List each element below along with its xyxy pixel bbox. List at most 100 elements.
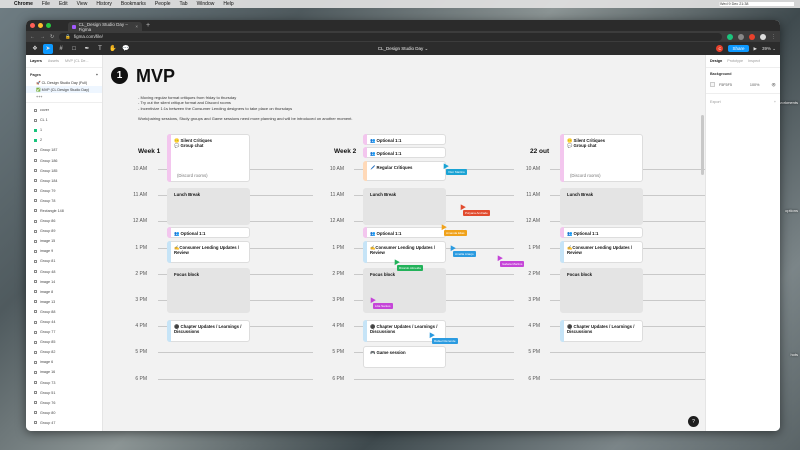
- layer-row[interactable]: Group 82: [26, 347, 102, 357]
- desktop-label[interactable]: options: [785, 208, 798, 213]
- clock[interactable]: Wed 9 Dec 21:38: [720, 2, 748, 6]
- event-optional-1-1[interactable]: 👥 Optional 1:1: [167, 227, 250, 238]
- menu-chrome[interactable]: Chrome: [14, 1, 33, 7]
- add-export-button[interactable]: +: [774, 100, 776, 104]
- layer-row[interactable]: Group 80: [26, 408, 102, 418]
- background-hex-input[interactable]: F5F5F5: [719, 83, 732, 87]
- text-tool-icon[interactable]: T: [95, 44, 105, 54]
- layer-row[interactable]: Group 185: [26, 166, 102, 176]
- layer-row[interactable]: Group 85: [26, 337, 102, 347]
- close-tab-icon[interactable]: ×: [135, 24, 138, 29]
- new-tab-icon[interactable]: +: [146, 22, 150, 29]
- menu-edit[interactable]: Edit: [59, 1, 68, 7]
- event-silent-critiques[interactable]: 😶 Silent Critiques 💬 Group chat (Discord r…: [167, 134, 250, 182]
- page-item[interactable]: 🚀 CL Design Studio Day (Full): [26, 79, 102, 86]
- layer-row[interactable]: Group 81: [26, 256, 102, 266]
- desktop-label[interactable]: hots: [790, 352, 798, 357]
- layer-row[interactable]: Group 86: [26, 216, 102, 226]
- layer-row[interactable]: image 9: [26, 246, 102, 256]
- extension-icon[interactable]: [749, 33, 755, 40]
- event-cl-updates[interactable]: ✍️Consumer Lending Updates / Review: [560, 241, 643, 263]
- tab-inspect[interactable]: Inspect: [748, 59, 760, 63]
- event-focus-block[interactable]: Focus block: [560, 268, 643, 313]
- event-optional-1-1[interactable]: 👥 Optional 1:1: [560, 227, 643, 238]
- layer-row[interactable]: Group 88: [26, 307, 102, 317]
- layer-row[interactable]: image 14: [26, 277, 102, 287]
- layer-row[interactable]: Group 184: [26, 176, 102, 186]
- add-page-button[interactable]: +: [96, 73, 98, 77]
- event-regular-critiques[interactable]: 🖊️ Regular Critiques: [363, 161, 446, 181]
- pen-tool-icon[interactable]: ✒: [82, 44, 92, 54]
- menu-help[interactable]: Help: [223, 1, 233, 7]
- layer-row[interactable]: image 15: [26, 236, 102, 246]
- menu-people[interactable]: People: [155, 1, 171, 7]
- menu-view[interactable]: View: [77, 1, 88, 7]
- layer-row[interactable]: 1: [26, 125, 102, 135]
- address-bar[interactable]: 🔒 figma.com/file/: [59, 32, 722, 41]
- profile-avatar-icon[interactable]: [760, 33, 766, 40]
- page-item[interactable]: ✅ MVP (CL Design Studio Day): [26, 86, 102, 93]
- event-optional-1-1[interactable]: 👥 Optional 1:1: [363, 147, 446, 158]
- canvas-scrollbar[interactable]: [701, 115, 704, 175]
- tab-design[interactable]: Design: [710, 59, 722, 63]
- share-button[interactable]: Share: [728, 45, 749, 52]
- forward-icon[interactable]: →: [40, 34, 45, 40]
- menu-history[interactable]: History: [96, 1, 112, 7]
- background-opacity-input[interactable]: 100%: [750, 83, 759, 87]
- layer-row[interactable]: Group 51: [26, 388, 102, 398]
- event-cl-updates[interactable]: ✍️Consumer Lending Updates / Review: [363, 241, 446, 263]
- layer-row[interactable]: Group 187: [26, 145, 102, 155]
- layer-row[interactable]: cover: [26, 105, 102, 115]
- event-game-session[interactable]: 🎮 Game session: [363, 346, 446, 368]
- layer-row[interactable]: image 13: [26, 297, 102, 307]
- tab-assets[interactable]: Assets: [48, 59, 59, 63]
- layer-row[interactable]: Group 77: [26, 327, 102, 337]
- more-menu-icon[interactable]: ⋮: [771, 34, 776, 40]
- menu-bookmarks[interactable]: Bookmarks: [121, 1, 146, 7]
- layer-row[interactable]: Group 78: [26, 196, 102, 206]
- layer-row[interactable]: Group 44: [26, 317, 102, 327]
- figma-canvas[interactable]: 1 MVP - Moving regular format critiques …: [103, 55, 705, 431]
- browser-tab[interactable]: CL_Design Studio Day – Figma ×: [68, 22, 142, 32]
- extension-icon[interactable]: [727, 33, 733, 40]
- tab-layers[interactable]: Layers: [30, 59, 42, 63]
- event-cl-updates[interactable]: ✍️Consumer Lending Updates / Review: [167, 241, 250, 263]
- comment-tool-icon[interactable]: 💬: [121, 44, 131, 54]
- menu-tab[interactable]: Tab: [180, 1, 188, 7]
- background-swatch[interactable]: [710, 82, 715, 87]
- figma-menu-icon[interactable]: ❖: [30, 44, 40, 54]
- zoom-window-button[interactable]: [46, 23, 51, 28]
- page-item[interactable]: +++: [26, 93, 102, 100]
- user-avatar[interactable]: C: [716, 45, 724, 52]
- present-icon[interactable]: ▶: [754, 46, 757, 52]
- event-silent-critiques[interactable]: 😶 Silent Critiques 💬 Group chat (Discord r…: [560, 134, 643, 182]
- shape-tool-icon[interactable]: □: [69, 44, 79, 54]
- event-optional-1-1[interactable]: 👥 Optional 1:1: [363, 227, 446, 238]
- menu-file[interactable]: File: [42, 1, 50, 7]
- zoom-level[interactable]: 39% ⌄: [762, 46, 776, 52]
- event-chapter-updates[interactable]: ⚫ Chapter Updates / Learnings / Discussio…: [167, 320, 250, 342]
- layer-row[interactable]: image 6: [26, 357, 102, 367]
- layer-row[interactable]: Group 79: [26, 186, 102, 196]
- menu-window[interactable]: Window: [197, 1, 215, 7]
- layer-row[interactable]: image 16: [26, 367, 102, 377]
- layer-row[interactable]: Rectangle 148: [26, 206, 102, 216]
- layer-row[interactable]: 2: [26, 135, 102, 145]
- tab-current-page[interactable]: MVP (CL De...: [65, 59, 89, 63]
- hand-tool-icon[interactable]: ✋: [108, 44, 118, 54]
- layer-row[interactable]: image 8: [26, 287, 102, 297]
- frame-tool-icon[interactable]: #: [56, 44, 66, 54]
- layer-row[interactable]: Group 47: [26, 418, 102, 428]
- layer-row[interactable]: Group 76: [26, 398, 102, 408]
- help-button[interactable]: ?: [688, 416, 699, 427]
- event-focus-block[interactable]: Focus block: [167, 268, 250, 313]
- extension-icon[interactable]: [738, 33, 744, 40]
- event-optional-1-1[interactable]: 👥 Optional 1:1: [363, 134, 446, 145]
- back-icon[interactable]: ←: [30, 34, 35, 40]
- layer-row[interactable]: Group 48: [26, 267, 102, 277]
- close-window-button[interactable]: [30, 23, 35, 28]
- layer-row[interactable]: Group 73: [26, 378, 102, 388]
- move-tool-icon[interactable]: ➤: [43, 43, 53, 54]
- layer-row[interactable]: CL 1: [26, 115, 102, 125]
- minimize-window-button[interactable]: [38, 23, 43, 28]
